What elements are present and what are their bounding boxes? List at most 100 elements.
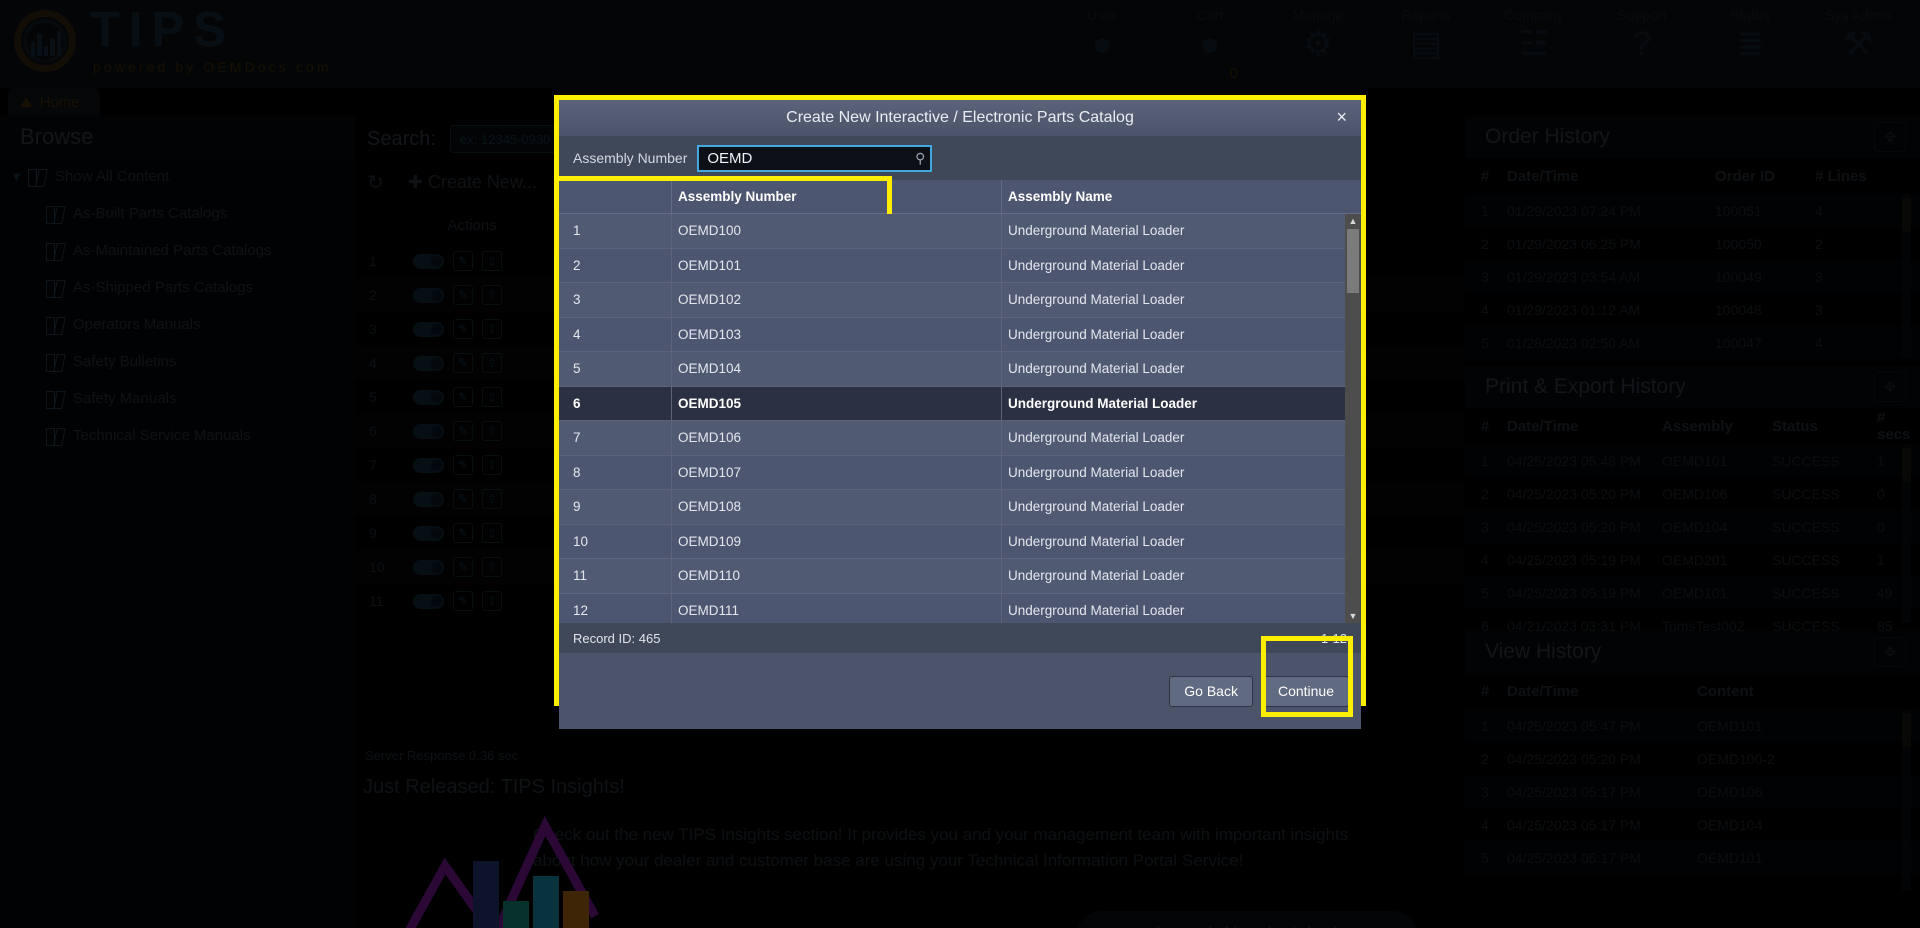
edit-icon[interactable]: ✎ (453, 285, 473, 305)
nav-item-status[interactable]: Status ≣ (1696, 0, 1804, 88)
column-actions: Actions (447, 216, 497, 234)
modal-table-row[interactable]: 7 OEMD106 Underground Material Loader (559, 420, 1361, 456)
table-row[interactable]: 1 04/25/2023 05:48 PM OEMD101 SUCCESS 1 (1465, 444, 1920, 477)
enable-toggle[interactable] (413, 593, 444, 609)
upload-icon[interactable]: ⇧ (482, 557, 502, 577)
enable-toggle[interactable] (413, 321, 444, 337)
sidebar-item-operators-manuals[interactable]: Operators Manuals (0, 306, 355, 343)
sidebar-item-technical-service-manuals[interactable]: Technical Service Manuals (0, 417, 355, 454)
sidebar-item-as-maintained-parts-catalogs[interactable]: As-Maintained Parts Catalogs (0, 232, 355, 269)
refresh-icon[interactable]: ↻ (367, 170, 384, 195)
edit-icon[interactable]: ✎ (453, 489, 473, 509)
create-new-button[interactable]: ✚ Create New... (408, 172, 537, 193)
search-icon[interactable]: ⚲ (915, 150, 925, 167)
scroll-up-icon[interactable]: ▲ (1345, 214, 1361, 228)
close-icon[interactable]: × (1336, 108, 1347, 126)
modal-table-row[interactable]: 11 OEMD110 Underground Material Loader (559, 558, 1361, 594)
upload-icon[interactable]: ⇧ (482, 353, 502, 373)
enable-toggle[interactable] (413, 491, 444, 507)
continue-button[interactable]: Continue (1262, 675, 1349, 707)
panel-scrollbar-thumb[interactable] (1902, 448, 1911, 482)
enable-toggle[interactable] (413, 457, 444, 473)
nav-item-user[interactable]: User ● (1048, 0, 1156, 88)
enable-toggle[interactable] (413, 525, 444, 541)
move-handle-icon[interactable]: ✥ (1874, 122, 1906, 152)
scrollbar-thumb[interactable] (1347, 229, 1359, 293)
nav-item-reports[interactable]: Reports ▤ (1372, 0, 1480, 88)
table-row[interactable]: 1 04/25/2023 05:47 PM OEMD101 (1465, 709, 1920, 742)
modal-table-row[interactable]: 1 OEMD100 Underground Material Loader (559, 214, 1361, 249)
table-row[interactable]: 5 04/25/2023 05:17 PM OEMD101 (1465, 841, 1920, 874)
sidebar-item-show-all-content[interactable]: ▼ Show All Content (0, 158, 355, 195)
sidebar-item-as-built-parts-catalogs[interactable]: As-Built Parts Catalogs (0, 195, 355, 232)
table-row[interactable]: 2 01/29/2023 06:25 PM 100050 2 (1465, 227, 1920, 260)
modal-table-row[interactable]: 4 OEMD103 Underground Material Loader (559, 317, 1361, 352)
edit-icon[interactable]: ✎ (453, 523, 473, 543)
assembly-number-input[interactable] (697, 144, 933, 172)
edit-icon[interactable]: ✎ (453, 557, 473, 577)
edit-icon[interactable]: ✎ (453, 455, 473, 475)
table-row[interactable]: 5 01/28/2023 02:50 AM 100047 4 (1465, 326, 1920, 359)
move-handle-icon[interactable]: ✥ (1874, 637, 1906, 667)
modal-table-row[interactable]: 6 OEMD105 Underground Material Loader (559, 386, 1361, 421)
upload-icon[interactable]: ⇧ (482, 421, 502, 441)
modal-table-row[interactable]: 10 OEMD109 Underground Material Loader (559, 524, 1361, 559)
modal-table-row[interactable]: 8 OEMD107 Underground Material Loader (559, 455, 1361, 490)
table-row[interactable]: 5 04/25/2023 05:19 PM OEMD101 SUCCESS 49 (1465, 576, 1920, 609)
sidebar-item-as-shipped-parts-catalogs[interactable]: As-Shipped Parts Catalogs (0, 269, 355, 306)
nav-item-company[interactable]: Company ☳ (1480, 0, 1588, 88)
table-row[interactable]: 4 01/29/2023 01:12 AM 100048 3 (1465, 293, 1920, 326)
nav-item-cart[interactable]: Cart ● 0 (1156, 0, 1264, 88)
edit-icon[interactable]: ✎ (453, 591, 473, 611)
table-row[interactable]: 3 04/25/2023 05:17 PM OEMD106 (1465, 775, 1920, 808)
enable-toggle[interactable] (413, 389, 444, 405)
table-row[interactable]: 1 01/29/2023 07:24 PM 100051 4 (1465, 194, 1920, 227)
upload-icon[interactable]: ⇧ (482, 523, 502, 543)
modal-table-row[interactable]: 9 OEMD108 Underground Material Loader (559, 489, 1361, 525)
table-row[interactable]: 3 01/29/2023 03:54 AM 100049 3 (1465, 260, 1920, 293)
upload-icon[interactable]: ⇧ (482, 251, 502, 271)
modal-table-row[interactable]: 12 OEMD111 Underground Material Loader (559, 593, 1361, 623)
question-mark-icon: ? (1632, 25, 1652, 63)
scroll-down-icon[interactable]: ▼ (1345, 609, 1361, 623)
modal-table-row[interactable]: 3 OEMD102 Underground Material Loader (559, 282, 1361, 318)
launch-new-insights-button[interactable]: Launch New Insights! (1077, 911, 1417, 928)
sidebar-item-label: Technical Service Manuals (73, 427, 251, 444)
sidebar-item-safety-bulletins[interactable]: Safety Bulletins (0, 343, 355, 380)
app-logo[interactable]: TIPS powered by OEMDocs.com (14, 6, 332, 75)
enable-toggle[interactable] (413, 355, 444, 371)
edit-icon[interactable]: ✎ (453, 319, 473, 339)
enable-toggle[interactable] (413, 423, 444, 439)
modal-table-row[interactable]: 2 OEMD101 Underground Material Loader (559, 248, 1361, 283)
enable-toggle[interactable] (413, 253, 444, 269)
upload-icon[interactable]: ⇧ (482, 455, 502, 475)
panel-scrollbar-thumb[interactable] (1902, 713, 1911, 747)
panel-scrollbar-thumb[interactable] (1902, 198, 1911, 232)
table-row[interactable]: 4 04/25/2023 05:19 PM OEMD201 SUCCESS 1 (1465, 543, 1920, 576)
table-row[interactable]: 2 04/25/2023 05:20 PM OEMD106 SUCCESS 0 (1465, 477, 1920, 510)
modal-table-row[interactable]: 5 OEMD104 Underground Material Loader (559, 351, 1361, 387)
row-index: 11 (369, 593, 384, 609)
upload-icon[interactable]: ⇧ (482, 591, 502, 611)
enable-toggle[interactable] (413, 559, 444, 575)
enable-toggle[interactable] (413, 287, 444, 303)
upload-icon[interactable]: ⇧ (482, 489, 502, 509)
table-row[interactable]: 2 04/25/2023 05:20 PM OEMD100-2 (1465, 742, 1920, 775)
table-row[interactable]: 3 04/25/2023 05:20 PM OEMD104 SUCCESS 0 (1465, 510, 1920, 543)
move-handle-icon[interactable]: ✥ (1874, 372, 1906, 402)
sidebar-item-safety-manuals[interactable]: Safety Manuals (0, 380, 355, 417)
upload-icon[interactable]: ⇧ (482, 285, 502, 305)
nav-item-sys-admin[interactable]: Sys Admin ⚒ (1804, 0, 1912, 88)
modal-table-scrollbar[interactable]: ▲ ▼ (1345, 214, 1361, 623)
nav-item-support[interactable]: Support? (1588, 0, 1696, 88)
go-back-button[interactable]: Go Back (1169, 675, 1253, 707)
edit-icon[interactable]: ✎ (453, 421, 473, 441)
table-row[interactable]: 4 04/25/2023 05:17 PM OEMD104 (1465, 808, 1920, 841)
upload-icon[interactable]: ⇧ (482, 319, 502, 339)
edit-icon[interactable]: ✎ (453, 251, 473, 271)
home-tab[interactable]: ⛰ Home (8, 88, 100, 116)
upload-icon[interactable]: ⇧ (482, 387, 502, 407)
nav-item-manage[interactable]: Manage ⚙ (1264, 0, 1372, 88)
edit-icon[interactable]: ✎ (453, 353, 473, 373)
edit-icon[interactable]: ✎ (453, 387, 473, 407)
